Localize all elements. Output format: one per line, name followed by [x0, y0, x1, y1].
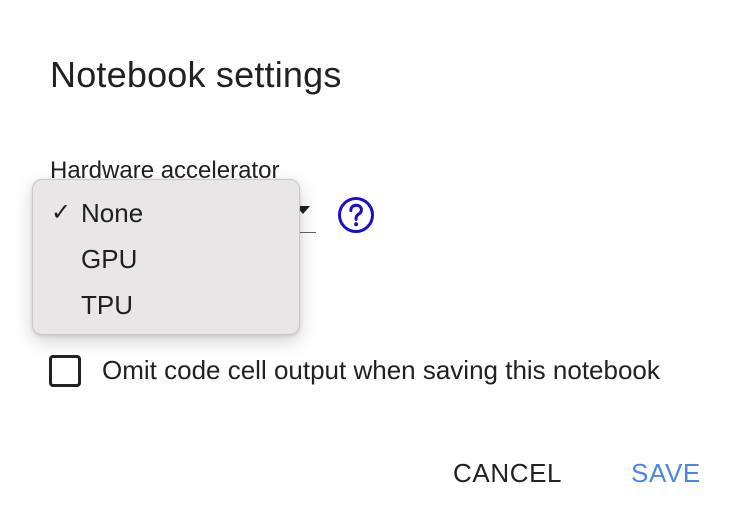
checkmark-icon: ✓ [51, 199, 72, 226]
help-circle-icon[interactable] [336, 195, 376, 235]
cancel-button[interactable]: CANCEL [453, 458, 562, 489]
save-button[interactable]: SAVE [631, 458, 701, 489]
dialog-title: Notebook settings [50, 54, 342, 95]
dropdown-option-none[interactable]: ✓ None [33, 192, 299, 236]
notebook-settings-dialog: Notebook settings Hardware accelerator ✓… [0, 0, 754, 528]
dropdown-option-gpu[interactable]: GPU [33, 238, 299, 282]
omit-output-label[interactable]: Omit code cell output when saving this n… [102, 355, 660, 386]
option-label: GPU [81, 244, 138, 274]
accelerator-dropdown-menu: ✓ None GPU TPU [32, 179, 300, 335]
dropdown-option-tpu[interactable]: TPU [33, 284, 299, 328]
option-label: None [81, 198, 144, 228]
omit-output-checkbox[interactable] [49, 355, 81, 387]
option-label: TPU [81, 290, 133, 320]
